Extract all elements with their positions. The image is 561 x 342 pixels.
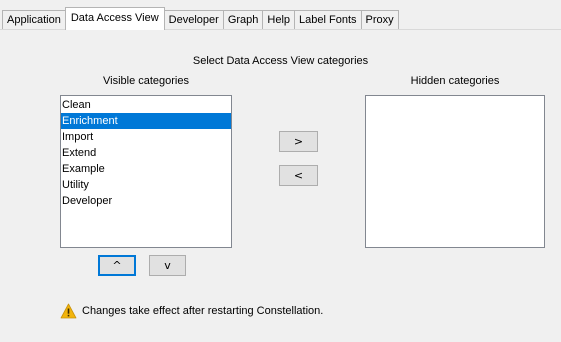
move-to-visible-button[interactable]: < xyxy=(279,165,318,186)
list-item-utility[interactable]: Utility xyxy=(61,177,231,193)
move-to-hidden-button[interactable]: > xyxy=(279,131,318,152)
tab-proxy[interactable]: Proxy xyxy=(360,10,399,30)
list-item-developer[interactable]: Developer xyxy=(61,193,231,209)
tab-label-fonts[interactable]: Label Fonts xyxy=(294,10,362,30)
warning-icon xyxy=(60,303,77,319)
tabs: Application Data Access View Developer G… xyxy=(2,7,399,30)
list-item-example[interactable]: Example xyxy=(61,161,231,177)
data-access-view-panel: Select Data Access View categories Visib… xyxy=(0,29,561,342)
tab-developer[interactable]: Developer xyxy=(163,10,224,30)
tab-graph[interactable]: Graph xyxy=(222,10,264,30)
list-item-import[interactable]: Import xyxy=(61,129,231,145)
list-item-extend[interactable]: Extend xyxy=(61,145,231,161)
move-down-button[interactable]: v xyxy=(149,255,186,276)
tab-bar: Application Data Access View Developer G… xyxy=(0,0,561,30)
hidden-categories-list[interactable] xyxy=(365,95,545,248)
tab-help[interactable]: Help xyxy=(262,10,296,30)
notice-text: Changes take effect after restarting Con… xyxy=(82,305,324,317)
tab-application[interactable]: Application xyxy=(2,10,66,30)
list-item-enrichment[interactable]: Enrichment xyxy=(61,113,231,129)
visible-categories-label: Visible categories xyxy=(102,75,189,87)
restart-notice: Changes take effect after restarting Con… xyxy=(60,302,323,320)
move-up-button[interactable]: ^ xyxy=(98,255,136,276)
tab-data-access-view[interactable]: Data Access View xyxy=(64,7,165,30)
visible-categories-list[interactable]: Clean Enrichment Import Extend Example U… xyxy=(60,95,232,248)
panel-title: Select Data Access View categories xyxy=(192,55,369,67)
hidden-categories-label: Hidden categories xyxy=(410,75,500,87)
list-item-clean[interactable]: Clean xyxy=(61,97,231,113)
